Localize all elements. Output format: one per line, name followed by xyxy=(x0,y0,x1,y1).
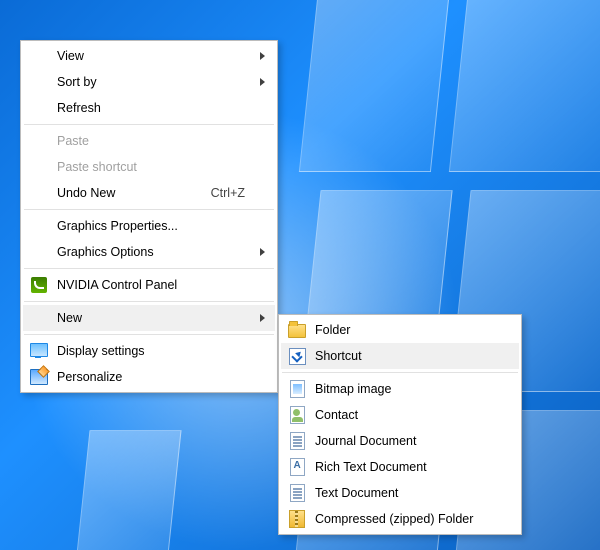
nvidia-icon xyxy=(30,276,48,294)
menu-item-label: Journal Document xyxy=(315,434,489,448)
menu-item-label: Folder xyxy=(315,323,489,337)
menu-item-paste-shortcut: Paste shortcut xyxy=(23,154,275,180)
menu-separator xyxy=(24,209,274,210)
menu-item-label: New xyxy=(57,311,245,325)
submenu-item-bitmap[interactable]: Bitmap image xyxy=(281,376,519,402)
menu-item-label: Sort by xyxy=(57,75,245,89)
menu-separator xyxy=(24,334,274,335)
menu-item-label: View xyxy=(57,49,245,63)
menu-separator xyxy=(24,268,274,269)
menu-item-graphics-options[interactable]: Graphics Options xyxy=(23,239,275,265)
menu-item-label: Display settings xyxy=(57,344,245,358)
menu-item-label: Undo New xyxy=(57,186,195,200)
personalize-icon xyxy=(30,368,48,386)
compressed-folder-icon xyxy=(288,510,306,528)
new-submenu: Folder Shortcut Bitmap image Contact Jou… xyxy=(278,314,522,535)
chevron-right-icon xyxy=(260,248,265,256)
menu-separator xyxy=(24,124,274,125)
menu-item-label: Bitmap image xyxy=(315,382,489,396)
display-settings-icon xyxy=(30,342,48,360)
chevron-right-icon xyxy=(260,78,265,86)
rich-text-document-icon xyxy=(288,458,306,476)
submenu-item-shortcut[interactable]: Shortcut xyxy=(281,343,519,369)
menu-item-personalize[interactable]: Personalize xyxy=(23,364,275,390)
menu-item-label: Text Document xyxy=(315,486,489,500)
chevron-right-icon xyxy=(260,52,265,60)
menu-item-label: Refresh xyxy=(57,101,245,115)
submenu-item-rtf[interactable]: Rich Text Document xyxy=(281,454,519,480)
submenu-item-zip[interactable]: Compressed (zipped) Folder xyxy=(281,506,519,532)
desktop-context-menu: View Sort by Refresh Paste Paste shortcu… xyxy=(20,40,278,393)
contact-icon xyxy=(288,406,306,424)
menu-item-label: NVIDIA Control Panel xyxy=(57,278,245,292)
menu-item-label: Graphics Properties... xyxy=(57,219,245,233)
shortcut-icon xyxy=(288,347,306,365)
menu-item-display-settings[interactable]: Display settings xyxy=(23,338,275,364)
chevron-right-icon xyxy=(260,314,265,322)
menu-item-label: Shortcut xyxy=(315,349,489,363)
menu-item-label: Compressed (zipped) Folder xyxy=(315,512,489,526)
submenu-item-text[interactable]: Text Document xyxy=(281,480,519,506)
menu-item-accelerator: Ctrl+Z xyxy=(211,186,245,200)
menu-separator xyxy=(24,301,274,302)
menu-item-label: Paste shortcut xyxy=(57,160,245,174)
menu-item-label: Personalize xyxy=(57,370,245,384)
submenu-item-contact[interactable]: Contact xyxy=(281,402,519,428)
text-document-icon xyxy=(288,484,306,502)
menu-item-refresh[interactable]: Refresh xyxy=(23,95,275,121)
menu-item-label: Rich Text Document xyxy=(315,460,489,474)
bitmap-image-icon xyxy=(288,380,306,398)
menu-item-label: Contact xyxy=(315,408,489,422)
menu-item-graphics-properties[interactable]: Graphics Properties... xyxy=(23,213,275,239)
menu-item-view[interactable]: View xyxy=(23,43,275,69)
menu-item-sort-by[interactable]: Sort by xyxy=(23,69,275,95)
submenu-item-folder[interactable]: Folder xyxy=(281,317,519,343)
folder-icon xyxy=(288,321,306,339)
menu-item-label: Paste xyxy=(57,134,245,148)
menu-item-nvidia-control-panel[interactable]: NVIDIA Control Panel xyxy=(23,272,275,298)
menu-item-new[interactable]: New xyxy=(23,305,275,331)
journal-document-icon xyxy=(288,432,306,450)
submenu-item-journal[interactable]: Journal Document xyxy=(281,428,519,454)
menu-item-label: Graphics Options xyxy=(57,245,245,259)
menu-item-paste: Paste xyxy=(23,128,275,154)
menu-separator xyxy=(282,372,518,373)
menu-item-undo-new[interactable]: Undo New Ctrl+Z xyxy=(23,180,275,206)
